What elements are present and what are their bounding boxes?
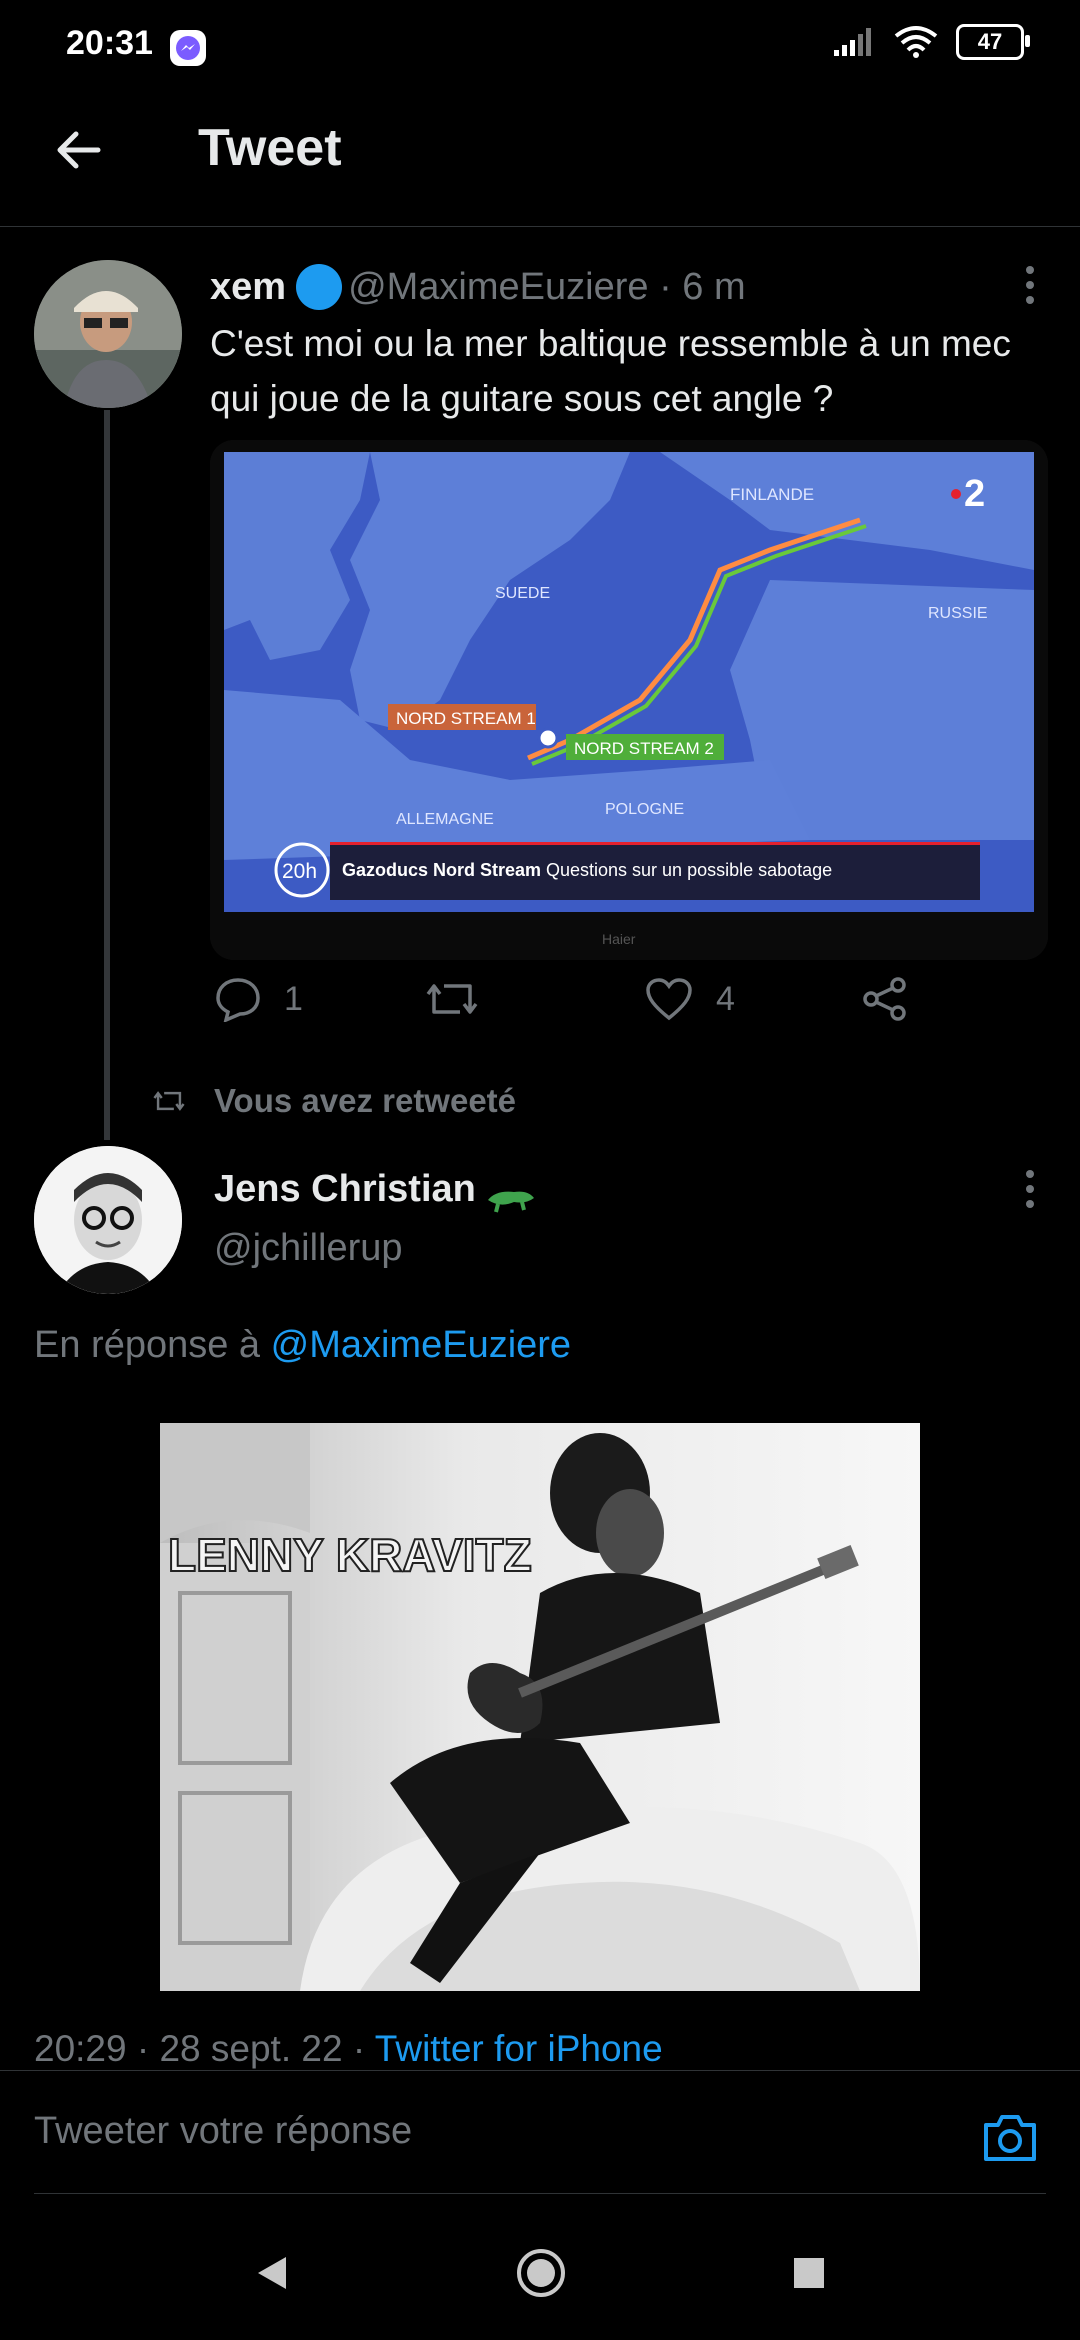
crocodile-emoji-icon [488,1191,535,1213]
ticker-text: Questions sur un possible sabotage [546,860,832,880]
reply-icon [216,978,260,1022]
reply-media-photo[interactable]: LENNY KRAVITZ [160,1423,920,1991]
more-options-button[interactable] [1024,266,1036,304]
in-reply-to: En réponse à @MaximeEuziere [34,1324,571,1367]
reply-composer-input[interactable]: Tweeter votre réponse [34,2110,412,2153]
status-icons: 47 [832,24,1030,60]
reply-count: 1 [284,979,303,1018]
composer-divider-top [0,2070,1080,2071]
like-count: 4 [716,979,735,1018]
reply-more-options-button[interactable] [1024,1170,1036,1208]
like-button[interactable]: 4 [644,976,735,1022]
retweet-icon [426,984,478,1014]
more-vertical-icon [1024,1170,1036,1208]
author-name[interactable]: xem [210,266,286,308]
channel-logo: 2 [964,473,985,515]
share-icon [863,977,906,1021]
nav-home-button[interactable] [515,2247,567,2304]
square-recents-icon [794,2257,824,2288]
ticker-bold: Gazoducs Nord Stream [342,860,541,880]
map-label-russie: RUSSIE [928,605,988,622]
system-nav-bar [0,2210,1080,2340]
retweeted-label: Vous avez retweeté [214,1082,517,1119]
page-title: Tweet [198,119,342,177]
photo-caption: LENNY KRAVITZ [168,1529,532,1581]
map-label-ns2: NORD STREAM 2 [574,739,714,758]
map-label-pologne: POLOGNE [605,801,684,818]
author-handle[interactable]: @MaximeEuziere [348,266,648,308]
thread-connector [104,410,110,1140]
battery-icon: 47 [956,24,1030,60]
tweet-text: C'est moi ou la mer baltique ressemble à… [210,323,1011,419]
tweet-media-map[interactable]: FINLANDE SUEDE RUSSIE NORD STREAM 1 NORD… [210,440,1048,960]
circle-home-icon [517,2248,565,2297]
verified-badge-icon [296,264,343,310]
header-divider [0,226,1080,227]
reply-author-row: Jens Christian [214,1168,536,1214]
nav-recents-button[interactable] [792,2256,826,2295]
map-image: FINLANDE SUEDE RUSSIE NORD STREAM 1 NORD… [210,440,1048,960]
retweet-small-icon [153,1091,185,1111]
tweet-timestamp: 20:29 · 28 sept. 22 · [34,2028,366,2069]
tweet-header: xem @MaximeEuziere · 6 m [210,264,746,314]
tweet-time: · 6 m [659,266,746,309]
channel-badge: 20h [282,860,317,883]
photo-image: LENNY KRAVITZ [160,1423,920,1991]
avatar-xem[interactable] [34,260,182,408]
tweet-source-link[interactable]: Twitter for iPhone [375,2028,663,2069]
retweet-button[interactable] [424,976,480,1022]
in-reply-handle-link[interactable]: @MaximeEuziere [271,1324,571,1366]
retweeted-indicator: Vous avez retweeté [152,1082,516,1120]
heart-icon [646,978,692,1021]
arrow-left-icon [57,131,101,169]
more-vertical-icon [1024,266,1036,304]
avatar-jens[interactable] [34,1146,182,1294]
camera-button[interactable] [980,2108,1040,2168]
nav-back-button[interactable] [254,2253,290,2298]
triangle-back-icon [258,2256,286,2289]
reply-button[interactable]: 1 [214,976,303,1022]
share-button[interactable] [862,976,908,1022]
wifi-icon [894,26,938,58]
map-label-suede: SUEDE [495,585,550,602]
back-button[interactable] [48,120,108,180]
reply-author-name[interactable]: Jens Christian [214,1168,476,1210]
map-label-allemagne: ALLEMAGNE [396,811,494,828]
tv-brand: Haier [602,931,636,947]
status-time: 20:31 [66,24,153,62]
in-reply-prefix: En réponse à [34,1324,261,1366]
tweet-meta: 20:29 · 28 sept. 22 · Twitter for iPhone [34,2028,663,2070]
composer-divider-bottom [34,2193,1046,2194]
map-label-finlande: FINLANDE [730,485,814,504]
reply-author-handle[interactable]: @jchillerup [214,1227,403,1270]
map-label-ns1: NORD STREAM 1 [396,709,536,728]
messenger-icon [170,30,206,66]
camera-icon [984,2115,1036,2161]
battery-level: 47 [977,29,1003,54]
signal-icon [834,28,871,56]
